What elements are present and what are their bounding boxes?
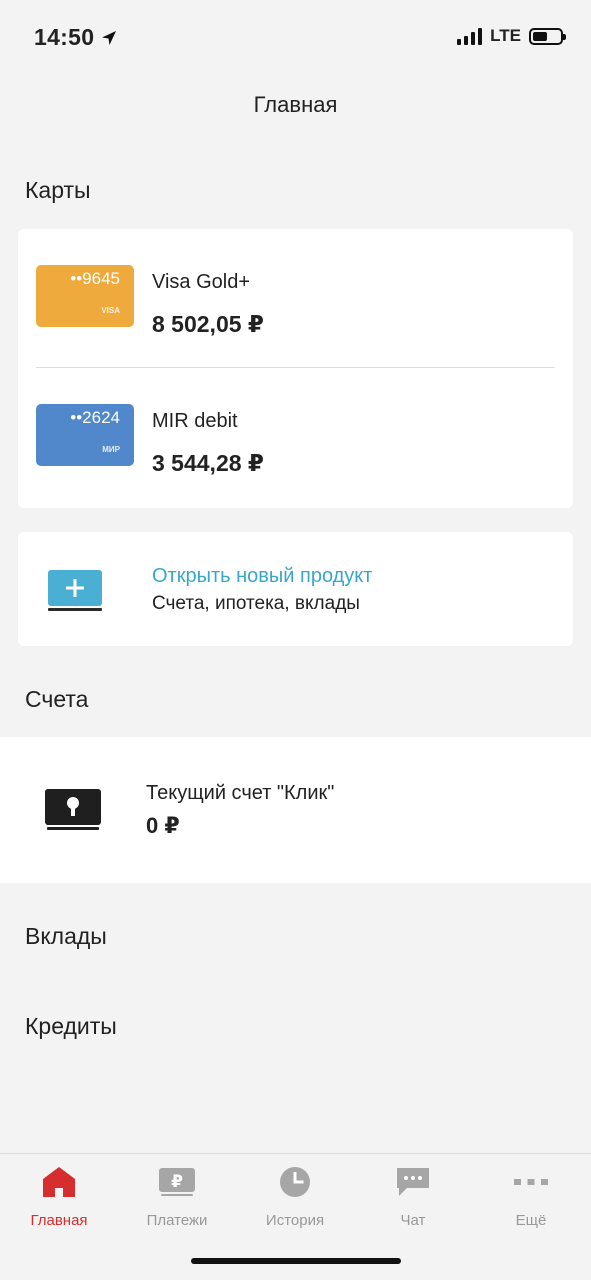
home-icon [43, 1167, 75, 1197]
ruble-icon: ₽ [159, 1168, 195, 1196]
network-type: LTE [490, 26, 521, 45]
battery-fill [533, 31, 548, 41]
new-product-subtitle: Счета, ипотека, вклады [152, 593, 360, 614]
tab-label: Платежи [146, 1212, 208, 1229]
card-balance: 8 502,05 ₽ [152, 311, 264, 337]
open-new-product-button[interactable]: Открыть новый продукт Счета, ипотека, вк… [18, 532, 573, 646]
card-name: MIR debit [152, 410, 238, 432]
page-title: Главная [253, 92, 338, 117]
card-balance: 3 544,28 ₽ [152, 450, 264, 476]
location-arrow-icon [102, 30, 117, 45]
new-product-title: Открыть новый продукт [152, 565, 373, 587]
tab-label: Ещё [515, 1212, 547, 1229]
clock-icon [280, 1167, 310, 1197]
section-title-credits[interactable]: Кредиты [25, 1013, 117, 1040]
card-item[interactable]: ••2624 МИР MIR debit 3 544,28 ₽ [18, 368, 573, 507]
status-time: 14:50 [34, 24, 118, 51]
account-balance: 0 ₽ [146, 813, 180, 838]
tab-payments[interactable]: ₽ Платежи [122, 1166, 232, 1232]
card-number: ••2624 [70, 408, 120, 427]
account-item[interactable]: Текущий счет "Клик" 0 ₽ [0, 737, 591, 883]
card-number: ••9645 [70, 269, 120, 288]
tab-chat[interactable]: Чат [358, 1166, 468, 1232]
tab-history[interactable]: История [240, 1166, 350, 1232]
home-indicator[interactable] [191, 1258, 401, 1264]
tab-label: Чат [400, 1212, 426, 1229]
card-item[interactable]: ••9645 VISA Visa Gold+ 8 502,05 ₽ [18, 229, 573, 368]
status-bar: 14:50 LTE [0, 0, 591, 76]
card-brand: VISA [101, 306, 120, 315]
battery-icon [529, 27, 566, 45]
tab-label: История [265, 1212, 325, 1229]
section-title-accounts: Счета [25, 686, 89, 712]
account-lock-icon [45, 789, 101, 830]
chat-icon [397, 1168, 429, 1196]
card-thumbnail: ••2624 МИР [36, 404, 134, 466]
status-indicators: LTE [457, 26, 566, 46]
tab-more[interactable]: Ещё [476, 1166, 586, 1232]
more-icon [514, 1179, 548, 1185]
card-name: Visa Gold+ [152, 271, 251, 293]
svg-text:₽: ₽ [171, 1172, 183, 1192]
card-brand: МИР [102, 445, 120, 454]
add-product-icon [48, 570, 102, 611]
tab-home[interactable]: Главная [4, 1166, 114, 1232]
status-time-text: 14:50 [34, 24, 95, 50]
signal-icon [457, 27, 483, 45]
section-title-deposits[interactable]: Вклады [25, 923, 107, 950]
tab-label: Главная [30, 1212, 88, 1229]
account-name: Текущий счет "Клик" [146, 782, 335, 804]
cards-panel: ••9645 VISA Visa Gold+ 8 502,05 ₽ ••2624… [18, 229, 573, 508]
card-thumbnail: ••9645 VISA [36, 265, 134, 327]
section-title-cards: Карты [25, 177, 91, 203]
